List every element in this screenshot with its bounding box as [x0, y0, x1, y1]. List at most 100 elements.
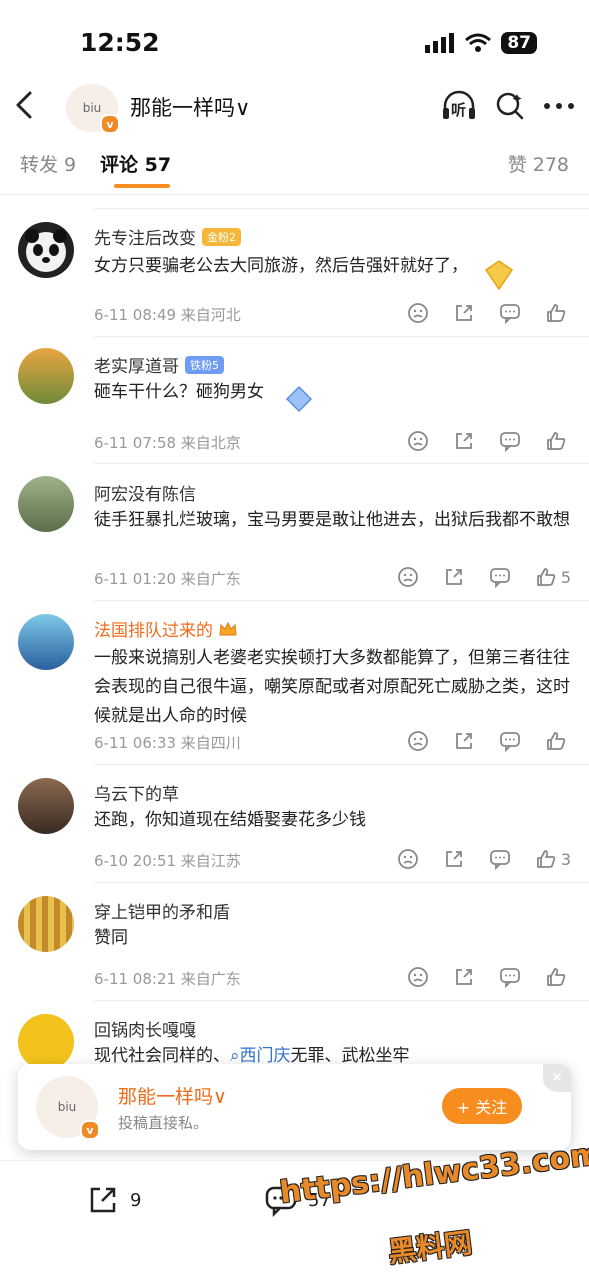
verified-badge-icon: v — [80, 1120, 100, 1140]
listen-button[interactable]: 听 — [441, 90, 477, 122]
comment-text: 徒手狂暴扎烂玻璃，宝马男要是敢让他进去，出狱后我都不敢想 — [94, 510, 570, 530]
repost-share-icon — [90, 1187, 116, 1213]
thumbs-up-icon — [547, 968, 566, 986]
divider — [94, 463, 589, 464]
share-icon[interactable] — [443, 848, 465, 870]
divider — [94, 600, 589, 601]
gold-diamond-sticker-icon — [484, 260, 514, 291]
like-button[interactable] — [545, 302, 571, 324]
comment-meta: 6-11 07:58 来自北京 — [94, 434, 241, 452]
reply-icon[interactable] — [499, 966, 521, 988]
blue-diamond-sticker-icon — [285, 385, 313, 413]
tab-repost[interactable]: 转发 9 — [20, 150, 76, 177]
reply-icon[interactable] — [499, 730, 521, 752]
dislike-face-icon[interactable] — [407, 302, 429, 324]
crown-icon — [219, 621, 237, 636]
search-icon[interactable] — [495, 91, 525, 121]
commenter-name[interactable]: 先专注后改变 金粉2 — [94, 224, 241, 249]
commenter-name-text: 法国排队过来的 — [94, 621, 213, 641]
comment-meta: 6-10 20:51 来自江苏 — [94, 852, 241, 870]
share-icon[interactable] — [453, 430, 475, 452]
dislike-face-icon[interactable] — [397, 566, 419, 588]
topic-link[interactable]: ⌕西门庆 — [230, 1046, 291, 1066]
verified-badge-icon: v — [100, 114, 120, 134]
repost-button[interactable]: 9 — [86, 1183, 141, 1217]
comment-text: 砸车干什么？砸狗男女 — [94, 382, 264, 402]
commenter-name[interactable]: 穿上铠甲的矛和盾 — [94, 898, 230, 923]
comment-meta: 6-11 01:20 来自广东 — [94, 570, 241, 588]
commenter-name[interactable]: 法国排队过来的 — [94, 616, 238, 641]
avatar-text: biu — [82, 101, 102, 115]
fan-badge: 铁粉5 — [185, 356, 224, 374]
follow-button[interactable]: + 关注 — [442, 1088, 522, 1124]
tab-comments[interactable]: 评论 57 — [100, 150, 171, 177]
share-icon[interactable] — [453, 966, 475, 988]
like-button[interactable] — [545, 430, 571, 452]
comment-item: 阿宏没有陈信 徒手狂暴扎烂玻璃，宝马男要是敢让他进去，出狱后我都不敢想 6-11… — [0, 474, 589, 594]
reply-icon[interactable] — [489, 566, 511, 588]
commenter-avatar[interactable] — [18, 614, 74, 670]
status-time: 12:52 — [80, 28, 160, 57]
comment-meta: 6-11 08:49 来自河北 — [94, 306, 241, 324]
dislike-face-icon[interactable] — [397, 848, 419, 870]
reply-icon[interactable] — [499, 430, 521, 452]
repost-count: 9 — [130, 1189, 142, 1211]
listen-label: 听 — [451, 101, 467, 119]
tab-likes[interactable]: 赞 278 — [508, 150, 569, 177]
reply-icon[interactable] — [489, 848, 511, 870]
thumbs-up-icon — [536, 850, 556, 868]
commenter-name-text: 老实厚道哥 — [94, 357, 179, 377]
commenter-name-text: 先专注后改变 — [94, 229, 196, 249]
like-button[interactable] — [545, 730, 571, 752]
like-count: 3 — [560, 849, 571, 869]
share-icon[interactable] — [443, 566, 465, 588]
dislike-face-icon[interactable] — [407, 966, 429, 988]
commenter-name[interactable]: 阿宏没有陈信 — [94, 480, 196, 505]
commenter-avatar[interactable] — [18, 778, 74, 834]
status-bar: 12:52 87 — [0, 0, 589, 80]
comment-item: 老实厚道哥 铁粉5 砸车干什么？砸狗男女 6-11 07:58 来自北京 — [0, 346, 589, 456]
commenter-avatar[interactable] — [18, 222, 74, 278]
share-icon[interactable] — [453, 302, 475, 324]
popup-desc: 投稿直接私。 — [118, 1114, 209, 1132]
commenter-avatar[interactable] — [18, 348, 74, 404]
dislike-face-icon[interactable] — [407, 430, 429, 452]
comment-actions — [407, 430, 571, 452]
divider — [94, 336, 589, 337]
like-button[interactable] — [545, 966, 571, 988]
dislike-face-icon[interactable] — [407, 730, 429, 752]
page-title[interactable]: 那能一样吗∨ — [130, 92, 250, 122]
commenter-name[interactable]: 回锅肉长嘎嘎 — [94, 1016, 196, 1041]
comment-item: 回锅肉长嘎嘎 现代社会同样的、⌕西门庆无罪、武松坐牢 — [0, 1010, 589, 1070]
commenter-name[interactable]: 老实厚道哥 铁粉5 — [94, 352, 224, 377]
reply-icon[interactable] — [499, 302, 521, 324]
tab-bar: 转发 9 评论 57 赞 278 — [0, 136, 589, 195]
divider — [94, 882, 589, 883]
comment-item: 乌云下的草 还跑，你知道现在结婚娶妻花多少钱 6-10 20:51 来自江苏 3 — [0, 774, 589, 884]
panda-avatar-icon — [25, 229, 67, 272]
commenter-name[interactable]: 乌云下的草 — [94, 780, 179, 805]
avatar-text: biu — [57, 1100, 77, 1114]
popup-avatar[interactable]: biu v — [36, 1076, 100, 1140]
thumbs-up-icon — [536, 568, 556, 586]
commenter-avatar[interactable] — [18, 896, 74, 952]
comment-actions — [407, 730, 571, 752]
back-arrow-icon[interactable] — [12, 90, 38, 120]
close-icon[interactable]: ✕ — [543, 1064, 571, 1092]
cellular-signal-icon — [425, 33, 455, 53]
like-button[interactable]: 3 — [535, 848, 571, 870]
more-icon[interactable] — [543, 101, 575, 111]
wifi-icon — [465, 33, 492, 52]
author-avatar[interactable]: biu v — [66, 84, 120, 134]
like-button[interactable]: 5 — [535, 566, 571, 588]
header-actions: 听 — [441, 90, 575, 122]
commenter-avatar[interactable] — [18, 476, 74, 532]
battery-indicator: 87 — [501, 32, 537, 54]
comment-text: 还跑，你知道现在结婚娶妻花多少钱 — [94, 810, 366, 830]
comment-actions: 5 — [397, 566, 571, 588]
fan-badge: 金粉2 — [202, 228, 241, 246]
comment-meta: 6-11 08:21 来自广东 — [94, 970, 241, 988]
commenter-avatar[interactable] — [18, 1014, 74, 1070]
popup-name[interactable]: 那能一样吗∨ — [118, 1082, 227, 1109]
share-icon[interactable] — [453, 730, 475, 752]
